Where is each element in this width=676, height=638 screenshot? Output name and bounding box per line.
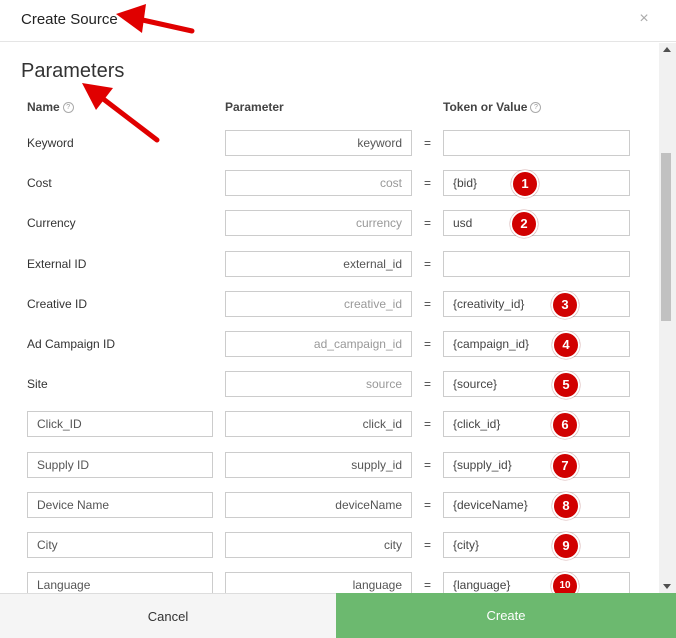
column-header-token-label: Token or Value: [443, 100, 528, 114]
section-title: Parameters: [21, 60, 125, 82]
parameter-row: Site = 5: [0, 371, 660, 399]
name-input[interactable]: [27, 572, 213, 593]
parameter-row: External ID =: [0, 251, 660, 279]
token-input[interactable]: [443, 452, 630, 478]
parameter-input[interactable]: [225, 251, 412, 277]
close-icon[interactable]: ×: [636, 10, 652, 28]
token-input[interactable]: [443, 251, 630, 277]
parameter-row: = 6: [0, 411, 660, 439]
token-input[interactable]: [443, 532, 630, 558]
equals-sign: =: [424, 578, 432, 592]
annotation-badge: 5: [552, 371, 580, 399]
scroll-down-arrow-icon[interactable]: [663, 584, 671, 589]
parameter-input[interactable]: [225, 411, 412, 437]
equals-sign: =: [424, 377, 432, 391]
parameter-row: Creative ID = 3: [0, 291, 660, 319]
annotation-badge: 7: [551, 452, 579, 480]
token-input[interactable]: [443, 331, 630, 357]
name-input[interactable]: [27, 532, 213, 558]
help-icon[interactable]: ?: [530, 102, 542, 114]
equals-sign: =: [424, 417, 432, 431]
row-name-label: Currency: [27, 216, 76, 230]
token-input[interactable]: [443, 371, 630, 397]
parameter-input[interactable]: [225, 492, 412, 518]
help-icon[interactable]: ?: [62, 102, 74, 114]
annotation-badge: 1: [511, 170, 539, 198]
equals-sign: =: [424, 257, 432, 271]
column-header-name: Name?: [27, 100, 74, 114]
parameter-row: Ad Campaign ID = 4: [0, 331, 660, 359]
annotation-badge: 3: [551, 291, 579, 319]
vertical-scrollbar[interactable]: [659, 43, 676, 593]
equals-sign: =: [424, 337, 432, 351]
name-input[interactable]: [27, 411, 213, 437]
annotation-badge: 4: [552, 331, 580, 359]
parameter-input[interactable]: [225, 291, 412, 317]
row-name-label: Site: [27, 377, 48, 391]
parameter-input[interactable]: [225, 130, 412, 156]
modal-header: Create Source ×: [0, 0, 676, 42]
annotation-badge: 2: [510, 210, 538, 238]
equals-sign: =: [424, 498, 432, 512]
token-input[interactable]: [443, 130, 630, 156]
token-input[interactable]: [443, 492, 630, 518]
parameter-row: Cost = 1: [0, 170, 660, 198]
row-name-label: Keyword: [27, 136, 74, 150]
parameter-row: = 7: [0, 452, 660, 480]
parameter-input[interactable]: [225, 572, 412, 593]
annotation-badge: 10: [551, 572, 579, 593]
equals-sign: =: [424, 176, 432, 190]
parameter-input[interactable]: [225, 452, 412, 478]
token-input[interactable]: [443, 411, 630, 437]
parameter-input[interactable]: [225, 210, 412, 236]
row-name-label: Cost: [27, 176, 52, 190]
token-input[interactable]: [443, 572, 630, 593]
parameter-row: Keyword =: [0, 130, 660, 158]
equals-sign: =: [424, 458, 432, 472]
row-name-label: Creative ID: [27, 297, 88, 311]
row-name-label: Ad Campaign ID: [27, 337, 116, 351]
equals-sign: =: [424, 136, 432, 150]
modal-title: Create Source: [21, 11, 118, 28]
modal-body[interactable]: Parameters Name? Parameter Token or Valu…: [0, 43, 660, 593]
annotation-badge: 9: [552, 532, 580, 560]
equals-sign: =: [424, 297, 432, 311]
name-input[interactable]: [27, 492, 213, 518]
row-name-label: External ID: [27, 257, 87, 271]
cancel-button[interactable]: Cancel: [0, 593, 336, 638]
equals-sign: =: [424, 538, 432, 552]
parameter-row: = 8: [0, 492, 660, 520]
column-header-token: Token or Value?: [443, 100, 542, 114]
name-input[interactable]: [27, 452, 213, 478]
parameter-row: = 9: [0, 532, 660, 560]
annotation-badge: 8: [552, 492, 580, 520]
parameter-input[interactable]: [225, 170, 412, 196]
create-source-modal: Create Source × Parameters Name? Paramet…: [0, 0, 676, 638]
column-header-parameter-label: Parameter: [225, 100, 284, 114]
parameter-row: Currency = 2: [0, 210, 660, 238]
annotation-badge: 6: [551, 411, 579, 439]
parameter-input[interactable]: [225, 532, 412, 558]
column-header-parameter: Parameter: [225, 100, 284, 114]
scroll-up-arrow-icon[interactable]: [663, 47, 671, 52]
parameter-row: = 10: [0, 572, 660, 593]
modal-footer: Cancel Create: [0, 593, 676, 638]
token-input[interactable]: [443, 291, 630, 317]
create-button[interactable]: Create: [336, 593, 676, 638]
column-header-name-label: Name: [27, 100, 60, 114]
parameter-input[interactable]: [225, 371, 412, 397]
parameter-input[interactable]: [225, 331, 412, 357]
scrollbar-thumb[interactable]: [661, 153, 671, 321]
equals-sign: =: [424, 216, 432, 230]
